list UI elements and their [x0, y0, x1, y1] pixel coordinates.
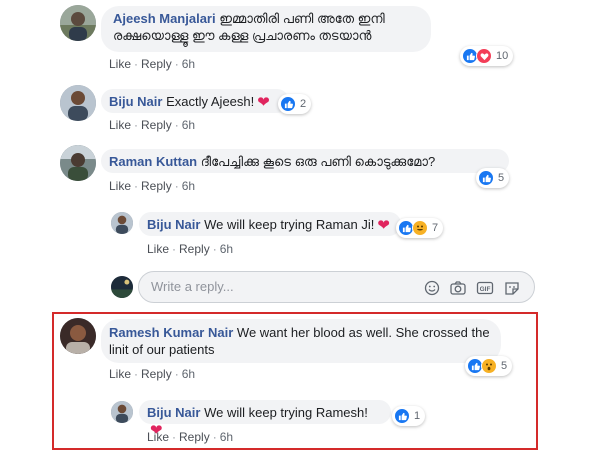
reply-composer[interactable]: GIF: [138, 271, 535, 303]
comment-text-line2: രക്ഷയൊള്ളൂ ഈ കള്ള പ്രചാരണം തടയാൻ: [113, 28, 372, 43]
comment-author[interactable]: Ramesh Kumar Nair: [109, 325, 233, 340]
avatar[interactable]: [60, 85, 96, 121]
comment-bubble: Raman Kuttan ദീപേച്ചിക്കു കൂടെ ഒരു പണി ക…: [101, 149, 509, 173]
camera-icon[interactable]: [449, 280, 467, 296]
comment-bubble: Ajeesh Manjalari ഇമ്മാതിരി പണി അതേ ഇനി ര…: [101, 6, 431, 52]
reaction-count: 10: [496, 50, 509, 62]
comment-time[interactable]: 6h: [220, 242, 233, 256]
comment-bubble: Ramesh Kumar Nair We want her blood as w…: [101, 319, 501, 363]
comment-time[interactable]: 6h: [182, 118, 195, 132]
reply-bubble: Biju Nair We will keep trying Raman Ji! ❤: [139, 212, 401, 236]
comment-author[interactable]: Biju Nair: [147, 405, 200, 420]
comment-text: We want her blood as well. She crossed t…: [236, 325, 490, 340]
reaction-summary[interactable]: 7: [396, 218, 444, 238]
svg-text:GIF: GIF: [480, 286, 491, 293]
comment-text: ഇമ്മാതിരി പണി അതേ ഇനി: [219, 11, 385, 26]
reply-link[interactable]: Reply: [141, 367, 172, 381]
heart-emoji-icon: ❤: [377, 217, 390, 234]
love-reaction-icon: [476, 48, 492, 64]
like-reaction-icon: [280, 96, 296, 112]
reaction-count: 5: [498, 172, 505, 184]
reply-link[interactable]: Reply: [141, 118, 172, 132]
reply-link[interactable]: Reply: [141, 57, 172, 71]
like-link[interactable]: Like: [147, 430, 169, 444]
reaction-summary[interactable]: 1: [392, 406, 426, 426]
current-user-avatar: [111, 276, 133, 298]
sticker-icon[interactable]: [503, 280, 521, 296]
avatar[interactable]: [111, 401, 133, 423]
comment-text: ദീപേച്ചിക്കു കൂടെ ഒരു പണി കൊടുക്കുമോ?: [200, 154, 436, 169]
comment-time[interactable]: 6h: [182, 57, 195, 71]
reaction-count: 2: [300, 98, 307, 110]
comment-text-line2: linit of our patients: [109, 342, 215, 357]
reaction-count: 1: [414, 410, 421, 422]
reaction-summary[interactable]: 5: [476, 168, 510, 188]
reaction-summary[interactable]: 5: [465, 356, 513, 376]
haha-reaction-icon: [412, 220, 428, 236]
emoji-icon[interactable]: [423, 280, 441, 296]
comment-time[interactable]: 6h: [182, 367, 195, 381]
reply-link[interactable]: Reply: [141, 179, 172, 193]
reaction-count: 5: [501, 360, 508, 372]
wow-reaction-icon: [481, 358, 497, 374]
comment-actions: Like · Reply · 6h: [109, 118, 196, 132]
like-link[interactable]: Like: [109, 57, 131, 71]
like-link[interactable]: Like: [109, 118, 131, 132]
like-link[interactable]: Like: [147, 242, 169, 256]
comment-text: We will keep trying Raman Ji!: [204, 217, 375, 232]
reply-bubble: Biju Nair We will keep trying Ramesh!❤: [139, 400, 391, 439]
reaction-count: 7: [432, 222, 439, 234]
comment-actions: Like · Reply · 6h: [109, 179, 196, 193]
comment-author[interactable]: Ajeesh Manjalari: [113, 11, 216, 26]
heart-emoji-icon: ❤: [257, 94, 270, 111]
comment-author[interactable]: Biju Nair: [109, 94, 162, 109]
avatar[interactable]: [60, 5, 96, 41]
comment-text: We will keep trying Ramesh!: [204, 405, 368, 420]
avatar[interactable]: [60, 318, 96, 354]
like-reaction-icon: [478, 170, 494, 186]
comment-author[interactable]: Raman Kuttan: [109, 154, 197, 169]
avatar[interactable]: [111, 212, 133, 234]
like-link[interactable]: Like: [109, 367, 131, 381]
avatar[interactable]: [60, 145, 96, 181]
comment-actions: Like · Reply · 6h: [109, 57, 196, 71]
like-link[interactable]: Like: [109, 179, 131, 193]
comment-bubble: Biju Nair Exactly Ajeesh! ❤: [101, 89, 289, 113]
comment-actions: Like · Reply · 6h: [109, 367, 196, 381]
reply-input[interactable]: [151, 279, 411, 294]
reply-link[interactable]: Reply: [179, 430, 210, 444]
reaction-summary[interactable]: 2: [278, 94, 312, 114]
gif-icon[interactable]: GIF: [476, 280, 494, 296]
comment-time[interactable]: 6h: [220, 430, 233, 444]
reaction-summary[interactable]: 10: [460, 46, 514, 66]
comment-actions: Like · Reply · 6h: [147, 430, 234, 444]
reply-link[interactable]: Reply: [179, 242, 210, 256]
like-reaction-icon: [394, 408, 410, 424]
comment-author[interactable]: Biju Nair: [147, 217, 200, 232]
comment-actions: Like · Reply · 6h: [147, 242, 234, 256]
comment-time[interactable]: 6h: [182, 179, 195, 193]
comment-text: Exactly Ajeesh!: [166, 94, 255, 109]
